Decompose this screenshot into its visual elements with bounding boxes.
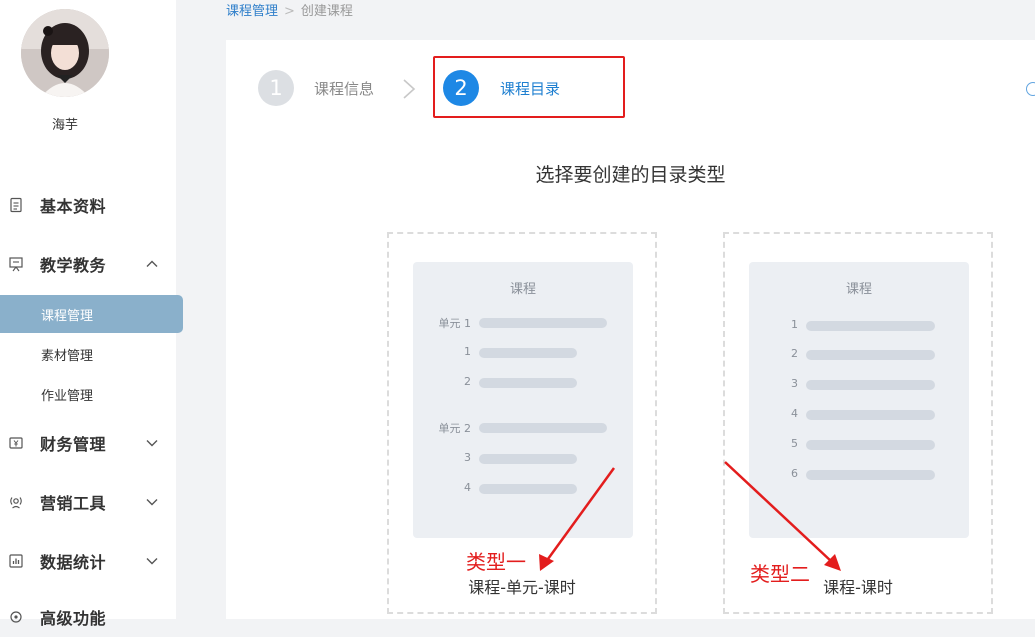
- breadcrumb-separator: >: [284, 4, 295, 19]
- nav-group-label: 数据统计: [40, 553, 107, 572]
- chevron-up-icon: [146, 260, 158, 267]
- sidebar-item-homework-management[interactable]: 作业管理: [0, 375, 183, 413]
- avatar[interactable]: [21, 9, 109, 97]
- breadcrumb: 课程管理 > 创建课程: [226, 0, 353, 19]
- nav-group-advanced[interactable]: 高级功能: [0, 597, 176, 637]
- annotation-arrow-two: [724, 461, 841, 571]
- nav-group-statistics[interactable]: 数据统计: [0, 541, 176, 581]
- chevron-down-icon: [146, 440, 158, 447]
- nav-group-finance[interactable]: 财务管理: [0, 423, 176, 463]
- nav-group-label: 基本资料: [40, 197, 107, 216]
- annotation-arrows: [539, 461, 841, 571]
- breadcrumb-course-management-link[interactable]: 课程管理: [226, 4, 278, 19]
- avatar-image: [21, 9, 109, 97]
- sidebar-item-material-management[interactable]: 素材管理: [0, 335, 183, 373]
- teaching-board-icon: [6, 254, 26, 274]
- document-icon: [6, 195, 26, 215]
- nav-group-label: 财务管理: [40, 435, 107, 454]
- nav-group-label: 营销工具: [40, 494, 107, 513]
- chevron-down-icon: [146, 499, 158, 506]
- advanced-icon: [6, 607, 26, 627]
- nav-group-label: 教学教务: [40, 256, 107, 275]
- finance-icon: [6, 433, 26, 453]
- chart-icon: [6, 551, 26, 571]
- annotation-arrow-one: [539, 467, 616, 571]
- nav-group-teaching[interactable]: 教学教务: [0, 244, 176, 284]
- chevron-down-icon: [146, 558, 158, 565]
- nav-group-label: 高级功能: [40, 609, 107, 628]
- nav-group-marketing[interactable]: 营销工具: [0, 482, 176, 522]
- nav-group-basic-info[interactable]: 基本资料: [0, 185, 176, 225]
- sidebar-item-label: 素材管理: [41, 348, 94, 364]
- main-panel: 1 课程信息 2 课程目录 选择要创建的目录类型 课程 单元 1 1 2 单元 …: [226, 40, 1035, 619]
- breadcrumb-current: 创建课程: [300, 4, 353, 19]
- sidebar: 海芋 基本资料 教学教务 课程管理 素材管理 作业管理 财务管理 营销工具 数据…: [0, 0, 183, 628]
- sidebar-item-course-management[interactable]: 课程管理: [0, 295, 183, 333]
- user-name: 海芋: [51, 118, 78, 133]
- sidebar-item-label: 课程管理: [41, 308, 94, 324]
- broadcast-icon: [6, 492, 26, 512]
- sidebar-item-label: 作业管理: [41, 388, 94, 404]
